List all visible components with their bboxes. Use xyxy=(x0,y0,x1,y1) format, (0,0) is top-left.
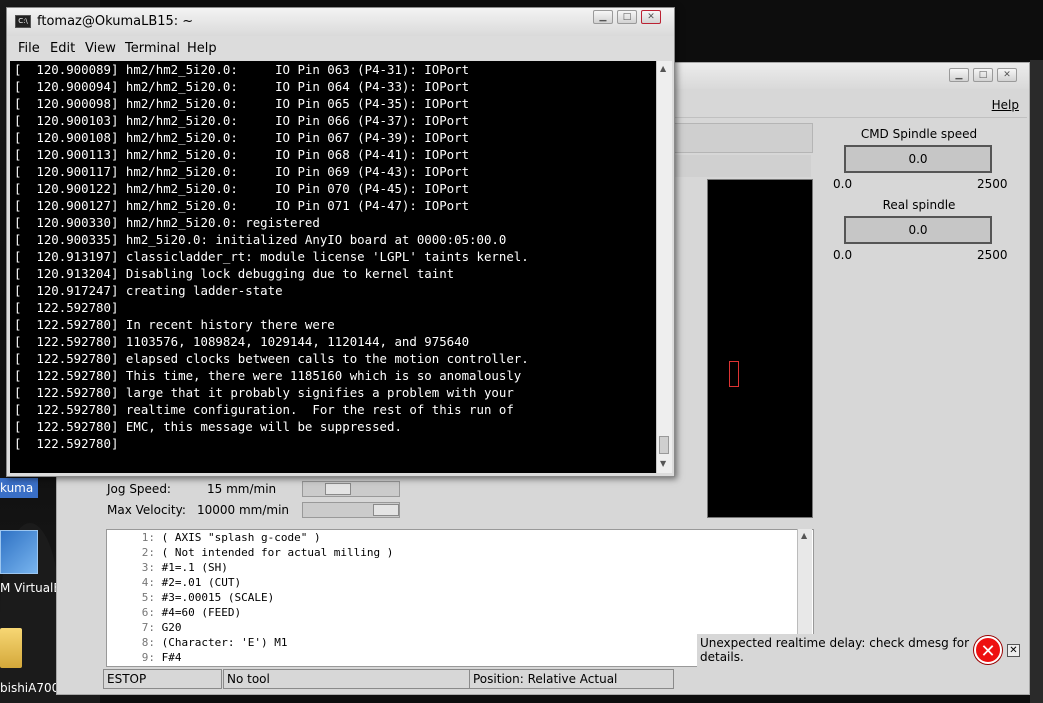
terminal-line: [ 122.592780] xyxy=(14,436,119,451)
status-tool: No tool xyxy=(223,669,470,689)
terminal-scrollbar-thumb[interactable] xyxy=(659,436,669,454)
cmd-spindle-value: 0.0 xyxy=(844,145,992,173)
virtualbox-icon[interactable] xyxy=(0,530,38,574)
minimize-icon[interactable]: ▁ xyxy=(949,68,969,82)
terminal-window: C:\ ftomaz@OkumaLB15: ~ ▁ □ ✕ File Edit … xyxy=(6,7,675,477)
terminal-line: [ 120.900103] hm2/hm2_5i20.0: IO Pin 066… xyxy=(14,113,470,128)
scroll-up-icon[interactable]: ▲ xyxy=(660,64,666,73)
max-velocity-slider-thumb[interactable] xyxy=(373,504,399,516)
terminal-line: [ 120.900127] hm2/hm2_5i20.0: IO Pin 071… xyxy=(14,198,470,213)
desktop-icon-selected[interactable]: kuma xyxy=(0,478,38,498)
terminal-line: [ 120.900335] hm2_5i20.0: initialized An… xyxy=(14,232,507,247)
cmd-spindle-max: 2500 xyxy=(977,177,1008,191)
error-icon: ✕ xyxy=(974,636,1002,664)
menu-help[interactable]: Help xyxy=(187,41,217,56)
menu-file[interactable]: File xyxy=(18,41,40,56)
terminal-app-icon: C:\ xyxy=(15,15,31,28)
status-estop: ESTOP xyxy=(103,669,222,689)
terminal-line: [ 122.592780] 1103576, 1089824, 1029144,… xyxy=(14,334,470,349)
toolpath-mark xyxy=(729,361,739,387)
jog-speed-slider[interactable] xyxy=(302,481,400,497)
gcode-line[interactable]: 7: G20 xyxy=(107,620,813,635)
cmd-spindle-min: 0.0 xyxy=(833,177,853,191)
desktop-background-right xyxy=(1030,60,1043,703)
terminal-line: [ 120.913204] Disabling lock debugging d… xyxy=(14,266,455,281)
terminal-titlebar[interactable]: C:\ ftomaz@OkumaLB15: ~ ▁ □ ✕ xyxy=(7,8,674,36)
terminal-line: [ 120.913197] classicladder_rt: module l… xyxy=(14,249,529,264)
menu-edit[interactable]: Edit xyxy=(50,41,75,56)
terminal-menubar: File Edit View Terminal Help xyxy=(7,38,674,60)
terminal-line: [ 120.900117] hm2/hm2_5i20.0: IO Pin 069… xyxy=(14,164,470,179)
max-velocity-label: Max Velocity: xyxy=(107,503,186,517)
menu-terminal[interactable]: Terminal xyxy=(125,41,180,56)
jog-speed-slider-thumb[interactable] xyxy=(325,483,351,495)
gcode-line[interactable]: 3: #1=.1 (SH) xyxy=(107,560,813,575)
jog-speed-label: Jog Speed: xyxy=(107,482,171,496)
terminal-line: [ 120.900094] hm2/hm2_5i20.0: IO Pin 064… xyxy=(14,79,470,94)
terminal-line: [ 122.592780] realtime configuration. Fo… xyxy=(14,402,514,417)
jog-speed-value: 15 mm/min xyxy=(207,482,277,496)
terminal-line: [ 120.900098] hm2/hm2_5i20.0: IO Pin 065… xyxy=(14,96,470,111)
real-spindle-value: 0.0 xyxy=(844,216,992,244)
terminal-line: [ 122.592780] This time, there were 1185… xyxy=(14,368,522,383)
close-icon[interactable]: ✕ xyxy=(641,10,661,24)
realtime-delay-notification: Unexpected realtime delay: check dmesg f… xyxy=(697,634,1027,670)
terminal-line: [ 120.900122] hm2/hm2_5i20.0: IO Pin 070… xyxy=(14,181,470,196)
toolpath-preview[interactable] xyxy=(707,179,813,518)
terminal-line: [ 122.592780] xyxy=(14,300,119,315)
terminal-output[interactable]: [ 120.900089] hm2/hm2_5i20.0: IO Pin 063… xyxy=(10,61,656,473)
real-spindle-min: 0.0 xyxy=(833,248,853,262)
notification-close-icon[interactable]: ✕ xyxy=(1007,644,1020,657)
scroll-up-icon[interactable]: ▲ xyxy=(801,531,807,540)
gcode-line[interactable]: 4: #2=.01 (CUT) xyxy=(107,575,813,590)
status-position: Position: Relative Actual xyxy=(469,669,674,689)
menu-view[interactable]: View xyxy=(85,41,116,56)
terminal-line: [ 120.900113] hm2/hm2_5i20.0: IO Pin 068… xyxy=(14,147,470,162)
terminal-scrollbar[interactable]: ▲ ▼ xyxy=(656,61,672,473)
scroll-down-icon[interactable]: ▼ xyxy=(660,459,666,468)
minimize-icon[interactable]: ▁ xyxy=(593,10,613,24)
gcode-line[interactable]: 6: #4=60 (FEED) xyxy=(107,605,813,620)
maximize-icon[interactable]: □ xyxy=(617,10,637,24)
terminal-line: [ 122.592780] EMC, this message will be … xyxy=(14,419,402,434)
toolbar-panel xyxy=(657,123,813,153)
terminal-line: [ 120.917247] creating ladder-state xyxy=(14,283,283,298)
gcode-line[interactable]: 2: ( Not intended for actual milling ) xyxy=(107,545,813,560)
terminal-line: [ 120.900330] hm2/hm2_5i20.0: registered xyxy=(14,215,320,230)
menu-help[interactable]: Help xyxy=(992,98,1019,112)
max-velocity-value: 10000 mm/min xyxy=(197,503,290,517)
terminal-title: ftomaz@OkumaLB15: ~ xyxy=(37,14,194,29)
real-spindle-label: Real spindle xyxy=(882,198,956,212)
terminal-line: [ 120.900089] hm2/hm2_5i20.0: IO Pin 063… xyxy=(14,62,470,77)
max-velocity-slider[interactable] xyxy=(302,502,400,518)
close-icon[interactable]: ✕ xyxy=(997,68,1017,82)
real-spindle-max: 2500 xyxy=(977,248,1008,262)
gcode-line[interactable]: 5: #3=.00015 (SCALE) xyxy=(107,590,813,605)
maximize-icon[interactable]: □ xyxy=(973,68,993,82)
desktop-icon-label-folder[interactable]: bishiA700 xyxy=(0,681,59,695)
terminal-line: [ 122.592780] large that it probably sig… xyxy=(14,385,514,400)
notification-text: Unexpected realtime delay: check dmesg f… xyxy=(700,636,970,664)
gcode-line[interactable]: 1: ( AXIS "splash g-code" ) xyxy=(107,530,813,545)
folder-icon[interactable] xyxy=(0,628,22,668)
tab-strip xyxy=(657,155,811,177)
terminal-line: [ 120.900108] hm2/hm2_5i20.0: IO Pin 067… xyxy=(14,130,470,145)
terminal-line: [ 122.592780] elapsed clocks between cal… xyxy=(14,351,529,366)
cmd-spindle-label: CMD Spindle speed xyxy=(860,127,978,141)
terminal-line: [ 122.592780] In recent history there we… xyxy=(14,317,335,332)
